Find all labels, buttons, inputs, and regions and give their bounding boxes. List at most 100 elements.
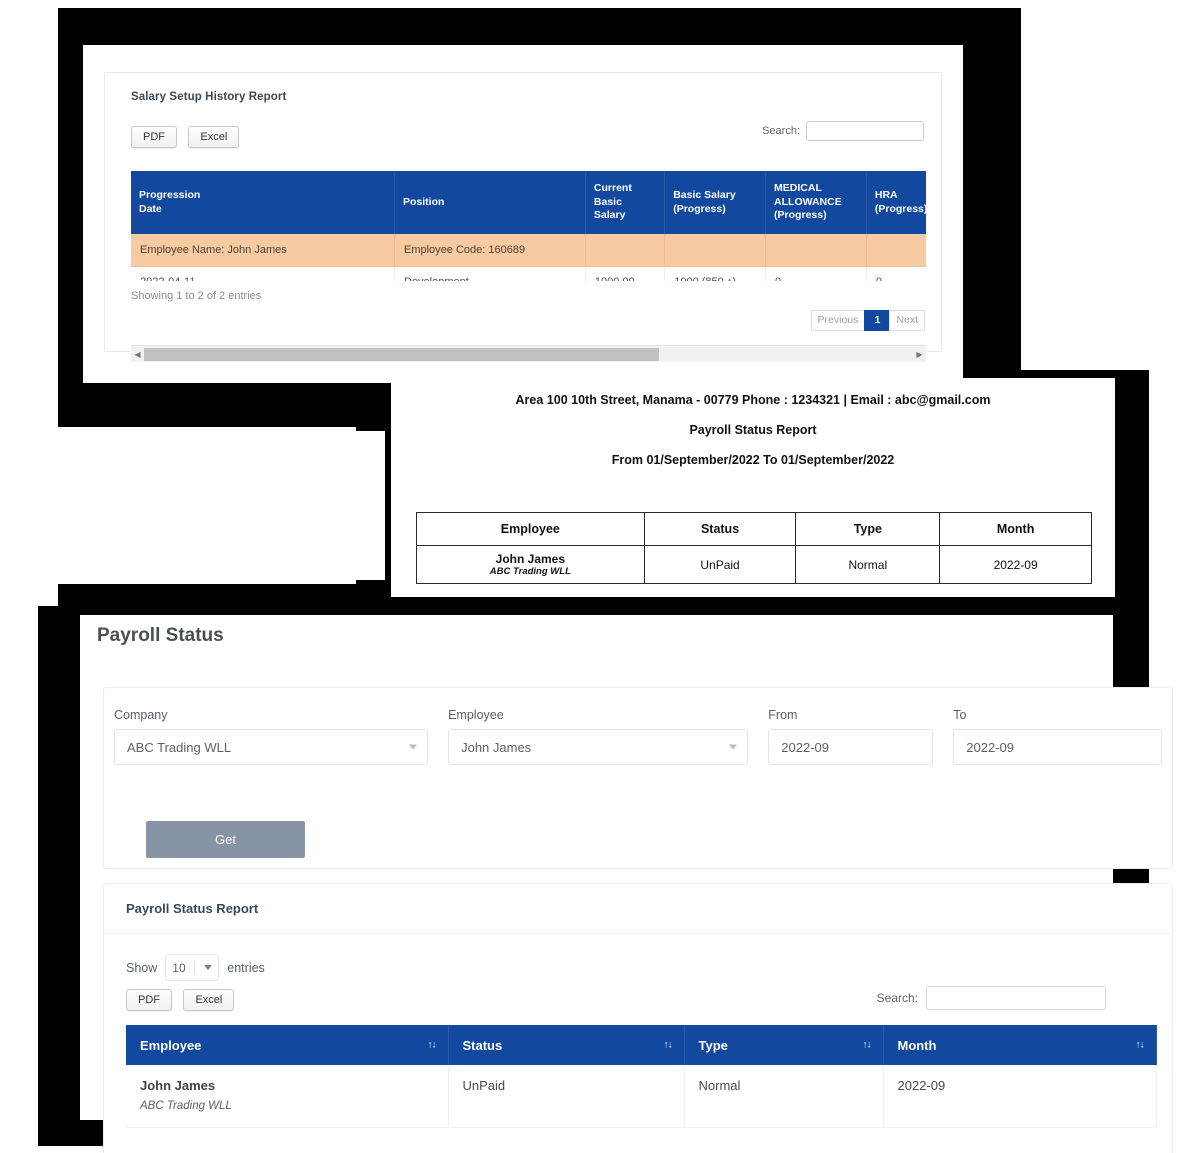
cell-progression-date: 2022-04-11 (131, 266, 395, 281)
col-basic-salary-progress[interactable]: Basic Salary (Progress) (664, 171, 767, 234)
show-label: Show (126, 960, 158, 975)
sort-icon[interactable]: ↑↓ (863, 1040, 872, 1051)
scrollbar-thumb[interactable] (144, 347, 660, 361)
cell-current-basic-salary: 1000.00 (585, 266, 666, 281)
group-cell (585, 234, 666, 267)
search-label: Search: (876, 991, 918, 1005)
col-progression-date[interactable]: Progression Date (131, 171, 395, 234)
report-export-buttons: PDF Excel (126, 989, 241, 1011)
print-col-type: Type (795, 512, 941, 546)
pdf-button[interactable]: PDF (126, 989, 172, 1011)
to-input[interactable]: 2022-09 (953, 729, 1162, 765)
company-select[interactable]: ABC Trading WLL (114, 729, 429, 765)
col-employee-label: Employee (140, 1037, 202, 1053)
sort-icon[interactable]: ↑↓ (664, 1040, 673, 1051)
payroll-status-page: Payroll Status Company ABC Trading WLL E… (80, 615, 1173, 1153)
excel-button[interactable]: Excel (183, 989, 235, 1011)
payroll-filter-card: Company ABC Trading WLL Employee John Ja… (103, 687, 1173, 869)
to-label: To (953, 708, 967, 722)
salary-setup-history-card: Salary Setup History Report PDF Excel Se… (104, 72, 942, 362)
print-employee-name: John James (495, 552, 566, 566)
print-cell-status: UnPaid (643, 545, 797, 584)
from-input[interactable]: 2022-09 (768, 729, 934, 765)
horizontal-scrollbar[interactable]: ◀ ▶ (131, 345, 926, 362)
search-input[interactable] (806, 121, 924, 141)
group-employee-name: Employee Name: John James (131, 234, 395, 267)
cell-position: Development (394, 266, 586, 281)
employee-group-row: Employee Name: John James Employee Code:… (131, 234, 926, 267)
employee-select[interactable]: John James (448, 729, 749, 765)
panel1-table-scroll-area[interactable]: Progression Date Position Current Basic Sal… (131, 171, 926, 281)
print-table-row: John James ABC Trading WLL UnPaid Normal… (416, 545, 1092, 584)
page-title: Payroll Status (97, 625, 224, 646)
table-header-row: Progression Date Position Current Basic Sal… (131, 171, 926, 234)
report-search: Search: (877, 986, 1106, 1010)
col-medical-allowance[interactable]: MEDICAL ALLOWANCE (Progress) (765, 171, 867, 234)
report-address: Area 100 10th Street, Manama - 00779 Pho… (515, 393, 991, 407)
pagination-page-1[interactable]: 1 (864, 310, 891, 331)
print-header-row: Employee Status Type Month (416, 512, 1092, 546)
search-label: Search: (762, 125, 800, 137)
cell-type: Normal (684, 1065, 884, 1128)
employee-value: John James (461, 739, 532, 755)
col-employee[interactable]: Employee ↑↓ (126, 1025, 449, 1065)
panel1-export-buttons: PDF Excel (131, 126, 246, 148)
pdf-button[interactable]: PDF (131, 126, 177, 148)
chevron-down-icon[interactable] (729, 744, 738, 750)
panel1-pagination: Previous 1 Next (810, 310, 925, 331)
payroll-status-table: Employee ↑↓ Status ↑↓ Type ↑↓ Month ↑↓ J… (126, 1025, 1157, 1128)
print-cell-employee: John James ABC Trading WLL (416, 545, 645, 584)
pagination-next[interactable]: Next (889, 310, 925, 331)
col-type[interactable]: Type ↑↓ (684, 1025, 884, 1065)
col-status[interactable]: Status ↑↓ (448, 1025, 685, 1065)
scroll-right-arrow-icon[interactable]: ▶ (913, 350, 926, 359)
cell-status: UnPaid (448, 1065, 685, 1128)
col-hra[interactable]: HRA (Progress) (866, 171, 926, 234)
cell-basic-salary-progress: 1000 (850 ↑) (664, 266, 767, 281)
table-row: John James ABC Trading WLL UnPaid Normal… (126, 1065, 1157, 1128)
screenshot-root: Salary Setup History Report PDF Excel Se… (0, 0, 1200, 1153)
blank-panel (47, 427, 356, 584)
cell-medical-allowance: 0 (765, 266, 867, 281)
scroll-left-arrow-icon[interactable]: ◀ (131, 350, 144, 359)
col-month[interactable]: Month ↑↓ (883, 1025, 1157, 1065)
sort-icon[interactable]: ↑↓ (428, 1040, 437, 1051)
pagination-previous[interactable]: Previous (810, 310, 866, 331)
scrollbar-track[interactable] (144, 347, 913, 361)
col-type-label: Type (698, 1037, 728, 1053)
print-cell-type: Normal (795, 545, 941, 584)
company-value: ABC Trading WLL (127, 739, 232, 755)
col-current-basic-salary[interactable]: Current Basic Salary (585, 171, 666, 234)
excel-button[interactable]: Excel (188, 126, 240, 148)
col-status-label: Status (462, 1037, 503, 1053)
panel1-search: Search: (762, 121, 924, 141)
sort-icon[interactable]: ↑↓ (1136, 1040, 1145, 1051)
from-value: 2022-09 (781, 739, 829, 755)
field-to: To 2022-09 (943, 708, 1172, 765)
group-employee-code: Employee Code: 160689 (394, 234, 586, 267)
panel1-title: Salary Setup History Report (131, 91, 287, 103)
chevron-down-icon[interactable] (204, 965, 213, 970)
cell-employee: John James ABC Trading WLL (126, 1065, 449, 1128)
chevron-down-icon[interactable] (409, 744, 418, 750)
col-month-label: Month (897, 1037, 937, 1053)
field-employee: Employee John James (438, 708, 758, 765)
table-header-row: Employee ↑↓ Status ↑↓ Type ↑↓ Month ↑↓ (126, 1025, 1157, 1065)
get-button[interactable]: Get (146, 821, 305, 858)
field-company: Company ABC Trading WLL (104, 708, 438, 765)
select-divider (194, 961, 196, 974)
entries-per-page-select[interactable]: 10 (165, 954, 220, 981)
print-report-table: Employee Status Type Month John James AB… (416, 512, 1092, 584)
group-cell (765, 234, 867, 267)
entries-value: 10 (172, 960, 186, 975)
search-input[interactable] (926, 986, 1106, 1010)
report-card-title: Payroll Status Report (104, 884, 1172, 934)
report-title: Payroll Status Report (689, 423, 817, 437)
group-cell (866, 234, 926, 267)
show-entries-control: Show 10 entries (126, 954, 265, 981)
col-position[interactable]: Position (394, 171, 586, 234)
print-col-month: Month (939, 512, 1092, 546)
filter-fields: Company ABC Trading WLL Employee John Ja… (104, 688, 1172, 765)
print-employee-company: ABC Trading WLL (489, 566, 571, 577)
company-label: Company (114, 708, 168, 722)
